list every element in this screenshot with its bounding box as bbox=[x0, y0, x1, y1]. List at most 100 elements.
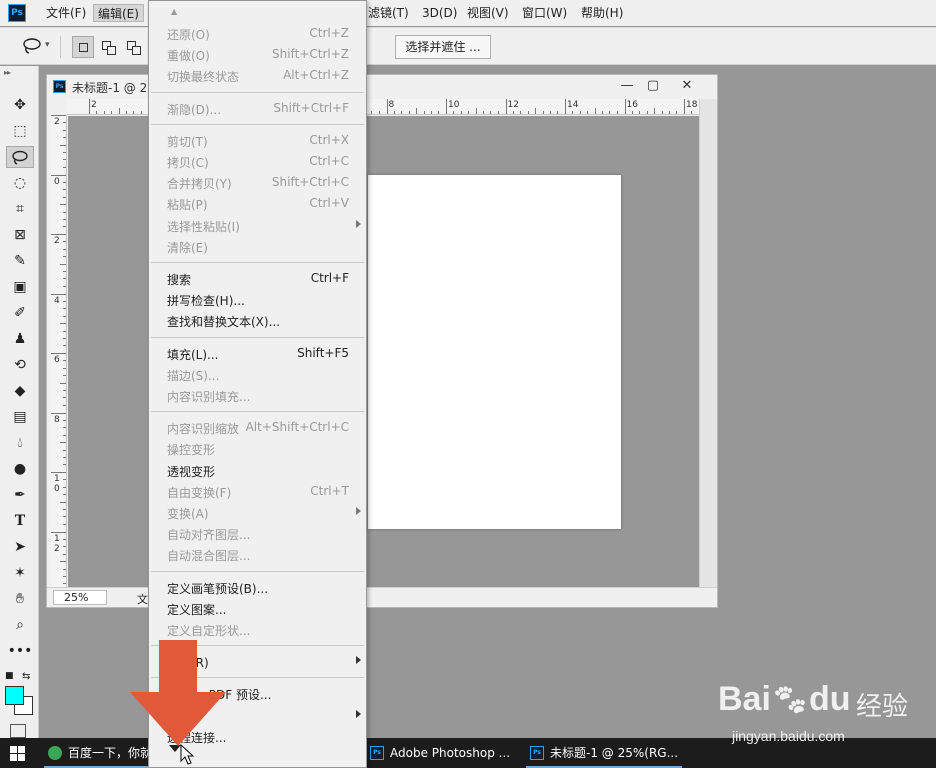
dodge-tool-icon[interactable]: ● bbox=[6, 458, 34, 480]
menu-view[interactable]: 视图(V) bbox=[463, 4, 513, 22]
menu-item-shortcut: Ctrl+Z bbox=[309, 26, 349, 40]
subtract-selection-button[interactable] bbox=[122, 36, 144, 58]
ruler-tick bbox=[63, 218, 66, 220]
menu-item[interactable]: 搜索 Ctrl+F bbox=[149, 268, 366, 289]
menu-item-label: 内容识别填充... bbox=[167, 390, 251, 404]
menu-item[interactable]: 选择性粘贴(I) bbox=[149, 215, 366, 236]
default-colors-icon[interactable]: ■ bbox=[5, 671, 14, 681]
menu-item[interactable]: 变换(A) bbox=[149, 502, 366, 523]
marquee-tool-icon[interactable]: ⬚ bbox=[6, 120, 34, 142]
menu-item[interactable]: 自由变换(F) Ctrl+T bbox=[149, 481, 366, 502]
clone-stamp-tool-icon[interactable]: ♟ bbox=[6, 328, 34, 350]
ruler-tick bbox=[430, 111, 432, 114]
document-canvas[interactable] bbox=[368, 175, 621, 529]
ruler-tick bbox=[602, 111, 603, 114]
menu-item[interactable]: 透视变形 bbox=[149, 460, 366, 481]
zoom-tool-icon[interactable]: ⌕ bbox=[6, 614, 34, 636]
taskbar-item-photoshop[interactable]: Ps Adobe Photoshop ... bbox=[366, 738, 520, 768]
add-selection-button[interactable] bbox=[97, 36, 119, 58]
ruler-tick bbox=[63, 434, 66, 436]
history-brush-tool-icon[interactable]: ⟲ bbox=[6, 354, 34, 376]
menu-edit[interactable]: 编辑(E) bbox=[93, 4, 144, 22]
quick-mask-icon[interactable] bbox=[10, 724, 26, 738]
menu-filter[interactable]: 滤镜(T) bbox=[364, 4, 413, 22]
taskbar-item-document[interactable]: Ps 未标题-1 @ 25%(RG... bbox=[526, 738, 682, 768]
windows-start-icon[interactable] bbox=[10, 746, 25, 761]
healing-brush-tool-icon[interactable]: ▣ bbox=[6, 276, 34, 298]
menu-item[interactable]: 合并拷贝(Y) Shift+Ctrl+C bbox=[149, 172, 366, 193]
menu-item[interactable]: 自动混合图层... bbox=[149, 544, 366, 565]
menu-item[interactable]: 定义图案... bbox=[149, 598, 366, 619]
ps-icon: Ps bbox=[370, 746, 384, 760]
ruler-tick bbox=[386, 99, 388, 114]
more-tools-icon[interactable]: ••• bbox=[6, 640, 34, 662]
menu-item[interactable]: 填充(L)... Shift+F5 bbox=[149, 343, 366, 364]
hand-tool-icon[interactable]: ✋︎ bbox=[6, 588, 34, 610]
lasso-icon[interactable] bbox=[22, 37, 42, 55]
ruler-label: 4 bbox=[54, 295, 60, 306]
document-info-label[interactable]: 文 bbox=[137, 591, 148, 607]
ruler-tick bbox=[63, 181, 66, 183]
ruler-tick bbox=[63, 308, 66, 310]
vertical-scrollbar[interactable] bbox=[699, 99, 717, 587]
move-tool-icon[interactable]: ✥ bbox=[6, 94, 34, 116]
menu-item[interactable]: 查找和替换文本(X)... bbox=[149, 310, 366, 331]
ruler-tick bbox=[527, 111, 529, 114]
ruler-tick bbox=[63, 211, 66, 213]
ruler-tick bbox=[63, 494, 66, 496]
select-and-mask-button[interactable]: 选择并遮住 ... bbox=[395, 35, 491, 59]
menu-item[interactable]: 拷贝(C) Ctrl+C bbox=[149, 151, 366, 172]
menu-item[interactable]: 操控变形 bbox=[149, 438, 366, 459]
menu-item-label: 内容识别缩放 bbox=[167, 422, 240, 437]
close-button[interactable]: ✕ bbox=[673, 77, 701, 95]
path-selection-tool-icon[interactable]: ➤ bbox=[6, 536, 34, 558]
chevron-down-icon[interactable]: ▾ bbox=[45, 40, 50, 50]
menu-3d[interactable]: 3D(D) bbox=[418, 4, 461, 22]
menu-item[interactable]: 还原(O) Ctrl+Z bbox=[149, 23, 366, 44]
crop-tool-icon[interactable]: ⌗ bbox=[6, 198, 34, 220]
menu-item[interactable]: 粘贴(P) Ctrl+V bbox=[149, 193, 366, 214]
menu-item[interactable]: 内容识别缩放 Alt+Shift+Ctrl+C bbox=[149, 417, 366, 438]
menu-item[interactable]: 重做(O) Shift+Ctrl+Z bbox=[149, 44, 366, 65]
menu-item[interactable]: 清除(E) bbox=[149, 236, 366, 257]
menu-item[interactable]: 内容识别填充... bbox=[149, 385, 366, 406]
menu-item[interactable]: 剪切(T) Ctrl+X bbox=[149, 130, 366, 151]
menu-item[interactable]: 描边(S)... bbox=[149, 364, 366, 385]
lasso-tool-icon[interactable] bbox=[6, 146, 34, 168]
type-tool-icon[interactable]: T bbox=[6, 510, 34, 532]
scroll-up-icon[interactable]: ▲ bbox=[171, 7, 177, 16]
quick-selection-tool-icon[interactable]: ◌ bbox=[6, 172, 34, 194]
minimize-button[interactable]: — bbox=[613, 77, 641, 95]
brush-tool-icon[interactable]: ✐ bbox=[6, 302, 34, 324]
eyedropper-tool-icon[interactable]: ✎ bbox=[6, 250, 34, 272]
menu-window[interactable]: 窗口(W) bbox=[518, 4, 571, 22]
swap-colors-icon[interactable]: ⇆ bbox=[22, 671, 30, 682]
maximize-button[interactable]: ▢ bbox=[639, 77, 667, 95]
eraser-tool-icon[interactable]: ◆ bbox=[6, 380, 34, 402]
ruler-tick bbox=[133, 111, 135, 114]
ruler-tick bbox=[51, 174, 66, 176]
ruler-tick bbox=[609, 111, 611, 114]
panel-grip-icon[interactable]: ▸▸ bbox=[4, 68, 11, 77]
menu-file[interactable]: 文件(F) bbox=[42, 4, 90, 22]
menu-item[interactable]: 拼写检查(H)... bbox=[149, 289, 366, 310]
blur-tool-icon[interactable]: 💧︎ bbox=[6, 432, 34, 454]
ruler-tick bbox=[89, 99, 90, 114]
menu-item[interactable]: 渐隐(D)... Shift+Ctrl+F bbox=[149, 98, 366, 119]
menu-item[interactable]: 定义画笔预设(B)... bbox=[149, 577, 366, 598]
foreground-color-swatch[interactable] bbox=[5, 686, 24, 705]
ruler-tick bbox=[63, 583, 66, 585]
menu-item[interactable]: 切换最终状态 Alt+Ctrl+Z bbox=[149, 65, 366, 86]
menu-item-label: 清除(E) bbox=[167, 240, 208, 255]
new-selection-button[interactable] bbox=[72, 36, 94, 58]
frame-tool-icon[interactable]: ⊠ bbox=[6, 224, 34, 246]
menu-help[interactable]: 帮助(H) bbox=[577, 4, 627, 22]
menu-item[interactable]: 定义自定形状... bbox=[149, 619, 366, 640]
zoom-level-field[interactable]: 25% bbox=[53, 590, 107, 605]
custom-shape-tool-icon[interactable]: ✶ bbox=[6, 562, 34, 584]
gradient-tool-icon[interactable]: ▤ bbox=[6, 406, 34, 428]
menu-item[interactable]: 自动对齐图层... bbox=[149, 523, 366, 544]
ruler-tick bbox=[51, 472, 66, 473]
pen-tool-icon[interactable]: ✒ bbox=[6, 484, 34, 506]
toolbox: ▸▸ ✥ ⬚ ◌ ⌗ ⊠ ✎ ▣ ✐ ♟ ⟲ ◆ ▤ 💧︎ ● ✒ T ➤ ✶ … bbox=[0, 66, 39, 742]
